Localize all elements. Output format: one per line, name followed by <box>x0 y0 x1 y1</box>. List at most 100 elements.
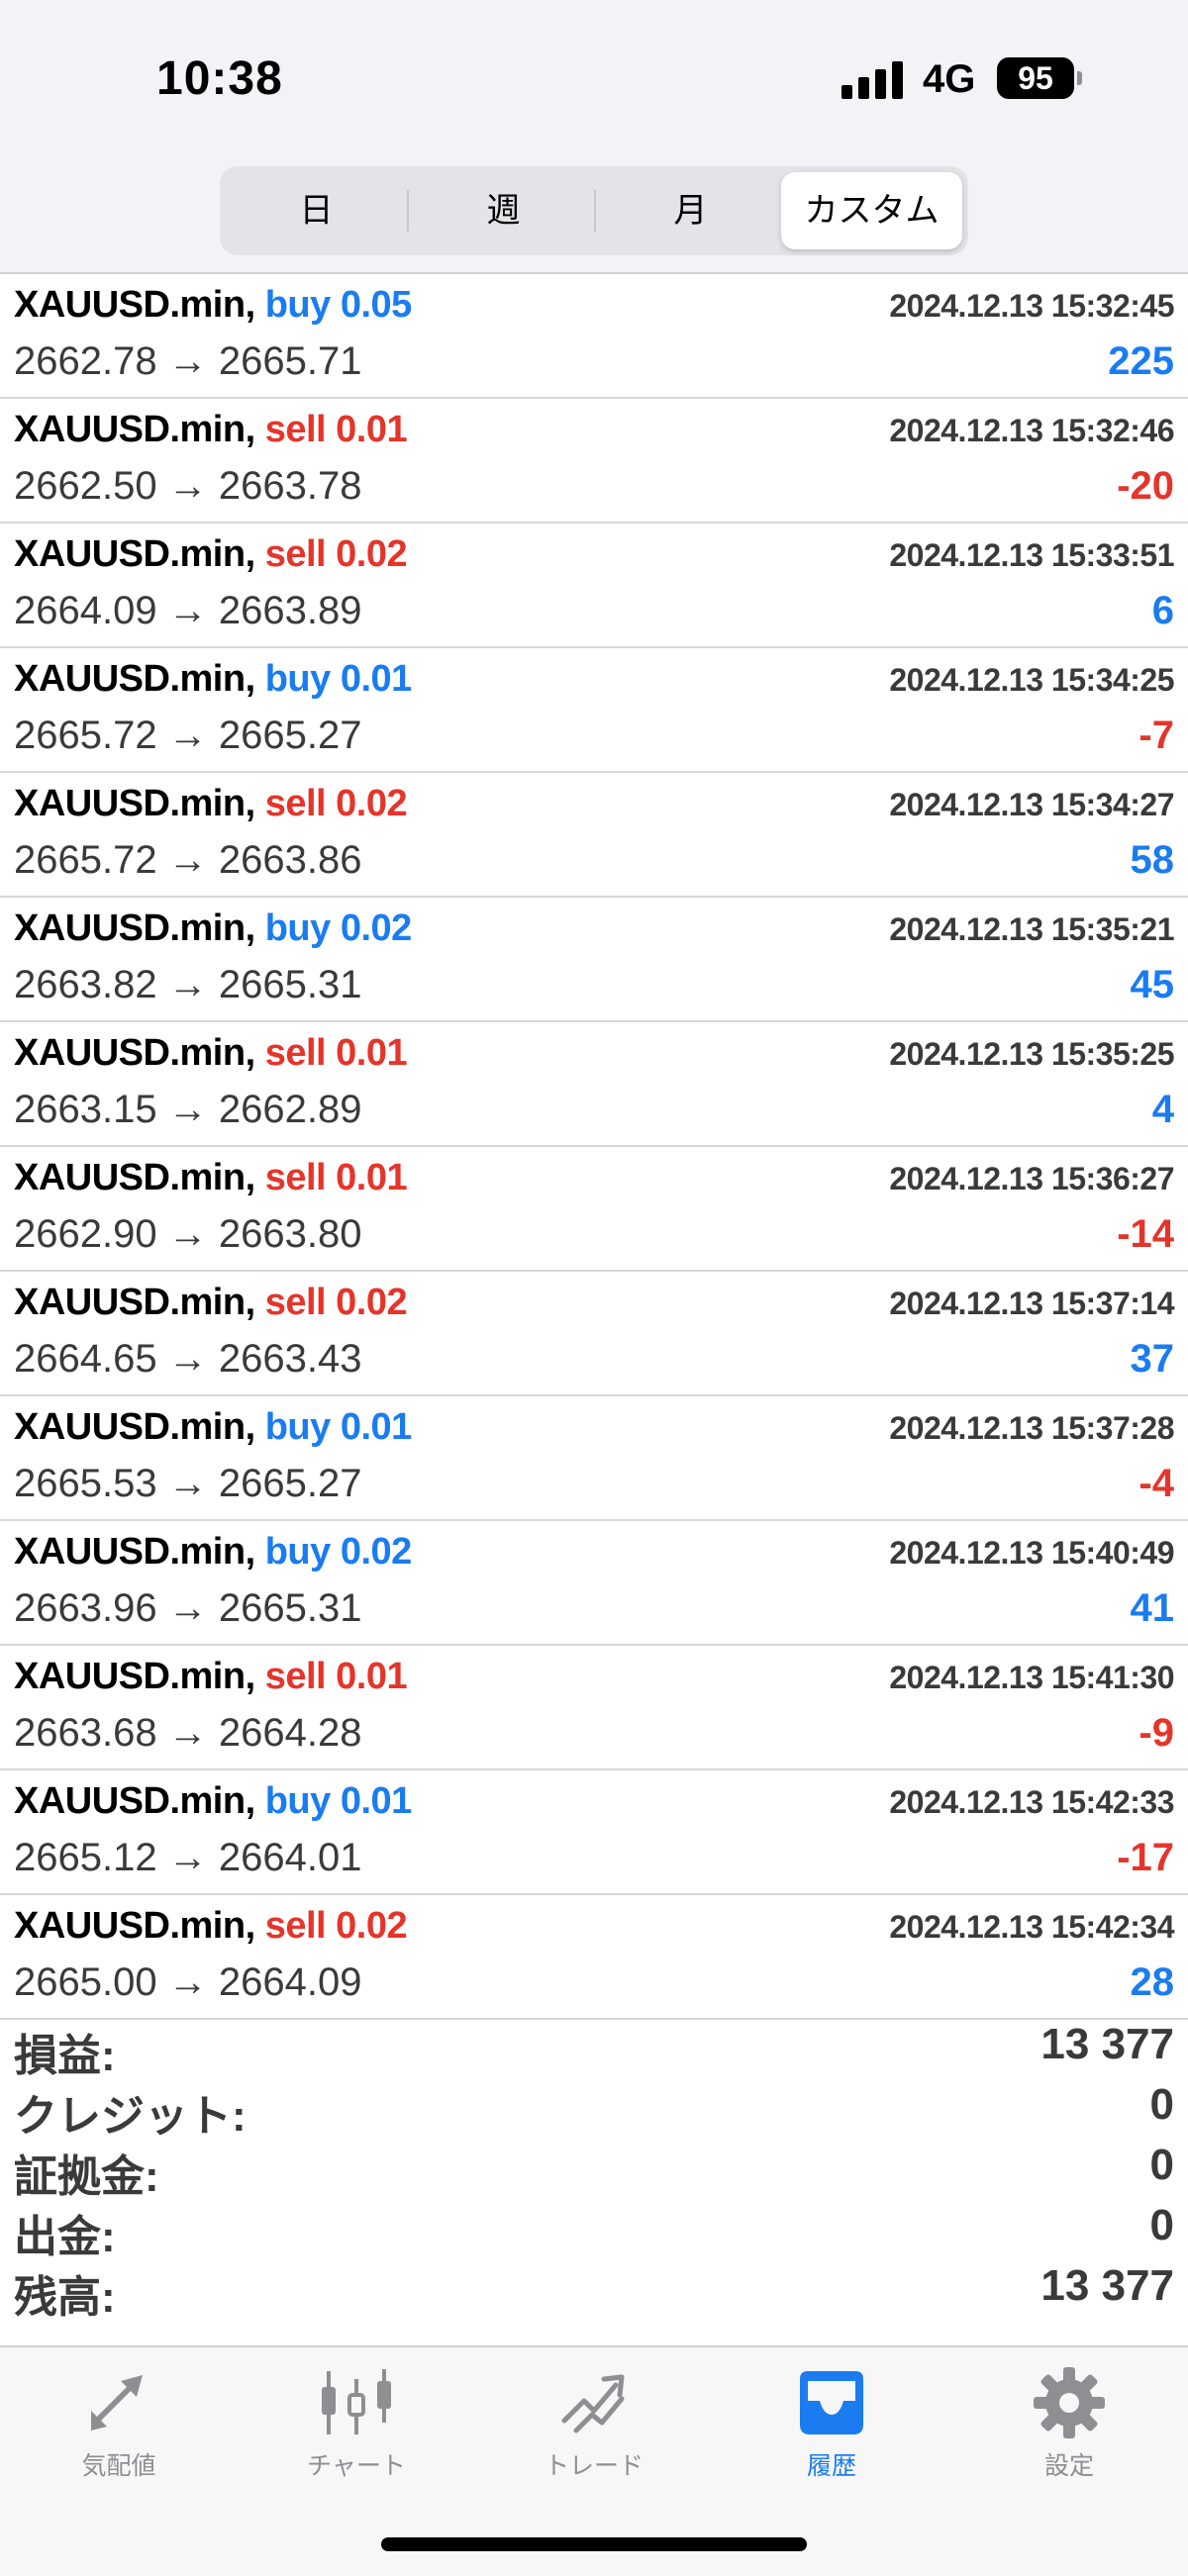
trade-row[interactable]: XAUUSD.min, sell 0.01 2024.12.13 15:41:3… <box>0 1646 1188 1770</box>
trade-row[interactable]: XAUUSD.min, sell 0.02 2024.12.13 15:42:3… <box>0 1895 1188 2020</box>
trade-datetime: 2024.12.13 15:33:51 <box>889 537 1174 573</box>
segment-divider <box>594 190 596 232</box>
trade-side-volume: buy 0.01 <box>264 1780 413 1822</box>
trade-prices: 2662.90 → 2663.80 <box>14 1212 361 1257</box>
trade-profit: -4 <box>1138 1462 1174 1505</box>
open-price: 2663.96 <box>14 1586 157 1630</box>
segment-custom[interactable]: カスタム <box>781 172 962 249</box>
trade-side-volume: sell 0.02 <box>264 1905 408 1947</box>
tab-trade[interactable]: トレード <box>475 2365 713 2494</box>
close-price: 2664.28 <box>218 1711 362 1755</box>
trade-profit: 28 <box>1130 1960 1175 2004</box>
trade-side-volume: sell 0.01 <box>264 1032 408 1074</box>
arrow-right-icon: → <box>167 838 208 882</box>
trade-prices: 2662.50 → 2663.78 <box>14 464 361 509</box>
arrow-right-icon: → <box>167 1088 208 1131</box>
trade-datetime: 2024.12.13 15:42:34 <box>889 1909 1174 1945</box>
close-price: 2664.09 <box>218 1960 362 2004</box>
trade-profit: -20 <box>1117 464 1174 508</box>
tab-quotes[interactable]: 気配値 <box>0 2365 238 2494</box>
battery-icon: 95 <box>997 57 1074 99</box>
close-price: 2663.86 <box>218 838 362 882</box>
summary-row: 残高: 13 377 <box>0 2255 1188 2322</box>
open-price: 2662.90 <box>14 1212 157 1256</box>
battery-tip <box>1077 71 1082 85</box>
summary-value: 0 <box>1149 2201 1174 2249</box>
close-price: 2665.31 <box>218 1586 362 1630</box>
trade-row[interactable]: XAUUSD.min, sell 0.02 2024.12.13 15:37:1… <box>0 1272 1188 1396</box>
trade-row[interactable]: XAUUSD.min, buy 0.02 2024.12.13 15:35:21… <box>0 898 1188 1022</box>
trade-symbol: XAUUSD.min, <box>14 1032 255 1074</box>
trade-row[interactable]: XAUUSD.min, buy 0.05 2024.12.13 15:32:45… <box>0 274 1188 399</box>
trade-row[interactable]: XAUUSD.min, buy 0.01 2024.12.13 15:34:25… <box>0 648 1188 773</box>
trade-row[interactable]: XAUUSD.min, sell 0.02 2024.12.13 15:34:2… <box>0 773 1188 898</box>
trade-prices: 2665.72 → 2665.27 <box>14 714 361 758</box>
cellular-signal-icon <box>842 61 905 99</box>
trade-row[interactable]: XAUUSD.min, sell 0.01 2024.12.13 15:36:2… <box>0 1147 1188 1272</box>
arrow-right-icon: → <box>167 1586 208 1630</box>
close-price: 2663.80 <box>218 1212 362 1256</box>
open-price: 2665.72 <box>14 714 157 757</box>
trade-side-volume: sell 0.01 <box>264 1656 408 1697</box>
arrow-right-icon: → <box>167 1462 208 1505</box>
arrow-right-icon: → <box>167 1212 208 1256</box>
summary-row: 出金: 0 <box>0 2195 1188 2261</box>
tab-history-label: 履歴 <box>806 2452 856 2480</box>
trade-datetime: 2024.12.13 15:40:49 <box>889 1535 1174 1571</box>
trade-symbol: XAUUSD.min, <box>14 1780 255 1822</box>
trade-datetime: 2024.12.13 15:35:25 <box>889 1036 1174 1072</box>
close-price: 2665.71 <box>218 339 362 383</box>
trade-prices: 2665.12 → 2664.01 <box>14 1836 361 1880</box>
status-bar: 10:38 4G 95 <box>0 0 1188 148</box>
trade-profit: -9 <box>1138 1711 1174 1755</box>
trade-side-volume: buy 0.02 <box>264 1531 413 1573</box>
summary-value: 0 <box>1149 2080 1174 2129</box>
trade-prices: 2664.09 → 2663.89 <box>14 589 361 633</box>
trade-row[interactable]: XAUUSD.min, sell 0.01 2024.12.13 15:35:2… <box>0 1022 1188 1147</box>
trade-side-volume: sell 0.02 <box>264 783 408 824</box>
close-price: 2662.89 <box>218 1088 362 1131</box>
trade-prices: 2663.82 → 2665.31 <box>14 963 361 1007</box>
trade-symbol: XAUUSD.min, <box>14 1157 255 1198</box>
segment-divider <box>407 190 409 232</box>
trade-profit: 225 <box>1108 339 1174 383</box>
arrow-right-icon: → <box>167 714 208 757</box>
segment-day[interactable]: 日 <box>226 172 407 249</box>
trade-profit: 37 <box>1130 1337 1175 1381</box>
trade-row[interactable]: XAUUSD.min, sell 0.01 2024.12.13 15:32:4… <box>0 399 1188 524</box>
trade-profit: -7 <box>1138 714 1174 757</box>
arrow-right-icon: → <box>167 1711 208 1755</box>
trade-side-volume: buy 0.02 <box>264 907 413 949</box>
trade-datetime: 2024.12.13 15:37:28 <box>889 1410 1174 1446</box>
home-indicator[interactable] <box>381 2537 807 2551</box>
trade-row[interactable]: XAUUSD.min, buy 0.01 2024.12.13 15:37:28… <box>0 1396 1188 1521</box>
trade-side-volume: sell 0.02 <box>264 1282 408 1323</box>
trade-prices: 2663.15 → 2662.89 <box>14 1088 361 1132</box>
trade-side-volume: buy 0.01 <box>264 658 413 700</box>
close-price: 2663.89 <box>218 589 362 632</box>
segment-month[interactable]: 月 <box>600 172 781 249</box>
trade-prices: 2662.78 → 2665.71 <box>14 339 361 384</box>
tab-settings[interactable]: 設定 <box>950 2365 1188 2494</box>
open-price: 2665.72 <box>14 838 157 882</box>
trade-datetime: 2024.12.13 15:34:27 <box>889 787 1174 822</box>
arrow-right-icon: → <box>167 589 208 632</box>
close-price: 2665.27 <box>218 1462 362 1505</box>
arrow-right-icon: → <box>167 1337 208 1381</box>
trade-row[interactable]: XAUUSD.min, buy 0.02 2024.12.13 15:40:49… <box>0 1521 1188 1646</box>
trade-trend-icon <box>561 2374 625 2433</box>
trade-prices: 2663.96 → 2665.31 <box>14 1586 361 1631</box>
arrow-right-icon: → <box>167 339 208 383</box>
trade-datetime: 2024.12.13 15:35:21 <box>889 911 1174 947</box>
tab-chart[interactable]: チャート <box>238 2365 475 2494</box>
open-price: 2665.12 <box>14 1836 157 1879</box>
segment-week[interactable]: 週 <box>413 172 594 249</box>
tab-history[interactable]: 履歴 <box>713 2365 950 2494</box>
trade-row[interactable]: XAUUSD.min, buy 0.01 2024.12.13 15:42:33… <box>0 1770 1188 1895</box>
gear-icon <box>1034 2367 1105 2438</box>
trade-datetime: 2024.12.13 15:36:27 <box>889 1161 1174 1196</box>
trade-profit: 45 <box>1130 963 1175 1006</box>
trade-datetime: 2024.12.13 15:32:46 <box>889 413 1174 448</box>
trade-datetime: 2024.12.13 15:34:25 <box>889 662 1174 698</box>
trade-row[interactable]: XAUUSD.min, sell 0.02 2024.12.13 15:33:5… <box>0 524 1188 648</box>
